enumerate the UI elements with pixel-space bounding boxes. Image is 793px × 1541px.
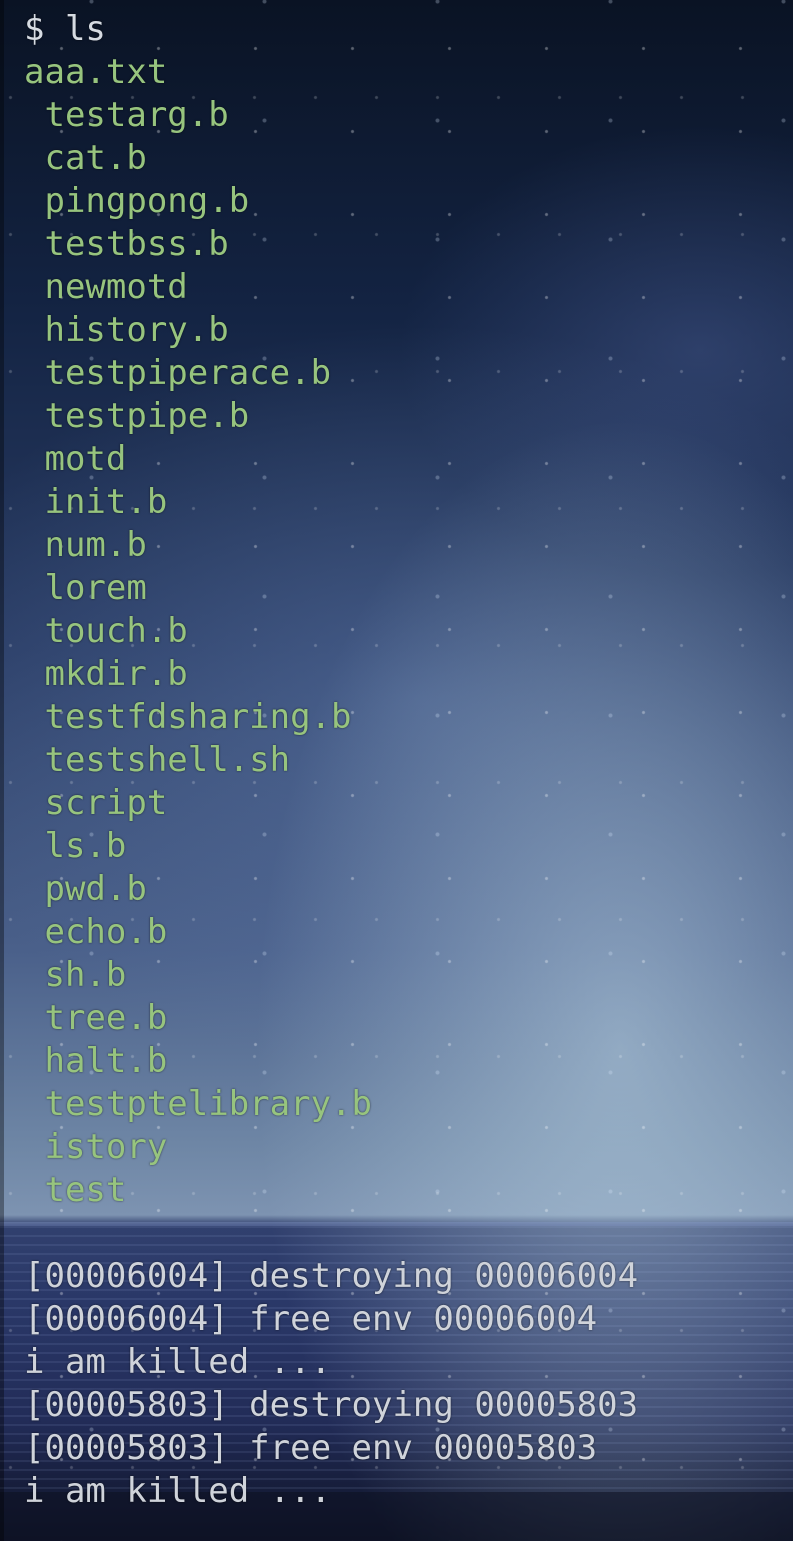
terminal-output: $ ls aaa.txt testarg.b cat.b pingpong.b …: [24, 8, 638, 1513]
file-entry: mkdir.b: [24, 654, 188, 694]
file-entry: halt.b: [24, 1041, 168, 1081]
window-left-edge: [0, 0, 4, 1541]
file-entry: pwd.b: [24, 869, 147, 909]
file-entry: init.b: [24, 482, 168, 522]
file-entry: tree.b: [24, 998, 168, 1038]
file-entry: testptelibrary.b: [24, 1084, 372, 1124]
file-entry: newmotd: [24, 267, 188, 307]
file-entry: motd: [24, 439, 127, 479]
file-entry: testshell.sh: [24, 740, 291, 780]
file-entry: num.b: [24, 525, 147, 565]
file-entry: istory: [24, 1127, 168, 1167]
file-entry: test: [24, 1170, 127, 1210]
file-list: aaa.txt testarg.b cat.b pingpong.b testb…: [24, 51, 638, 1212]
file-entry: cat.b: [24, 138, 147, 178]
file-entry: script: [24, 783, 168, 823]
file-entry: echo.b: [24, 912, 168, 952]
file-entry: lorem: [24, 568, 147, 608]
file-entry: pingpong.b: [24, 181, 250, 221]
file-entry: aaa.txt: [24, 52, 168, 92]
file-entry: history.b: [24, 310, 229, 350]
file-entry: ls.b: [24, 826, 127, 866]
log-line: i am killed ...: [24, 1342, 332, 1382]
file-entry: testpiperace.b: [24, 353, 332, 393]
file-entry: testbss.b: [24, 224, 229, 264]
log-line: [00006004] free env 00006004: [24, 1299, 598, 1339]
file-entry: testfdsharing.b: [24, 697, 352, 737]
log-line: i am killed ...: [24, 1471, 332, 1511]
command-line: $ ls: [24, 9, 106, 49]
terminal-window[interactable]: $ ls aaa.txt testarg.b cat.b pingpong.b …: [0, 0, 793, 1541]
file-entry: sh.b: [24, 955, 127, 995]
log-output: [00006004] destroying 00006004 [00006004…: [24, 1255, 638, 1513]
file-entry: touch.b: [24, 611, 188, 651]
file-entry: testarg.b: [24, 95, 229, 135]
log-line: [00005803] destroying 00005803: [24, 1385, 639, 1425]
log-line: [00006004] destroying 00006004: [24, 1256, 639, 1296]
file-entry: testpipe.b: [24, 396, 250, 436]
log-line: [00005803] free env 00005803: [24, 1428, 598, 1468]
